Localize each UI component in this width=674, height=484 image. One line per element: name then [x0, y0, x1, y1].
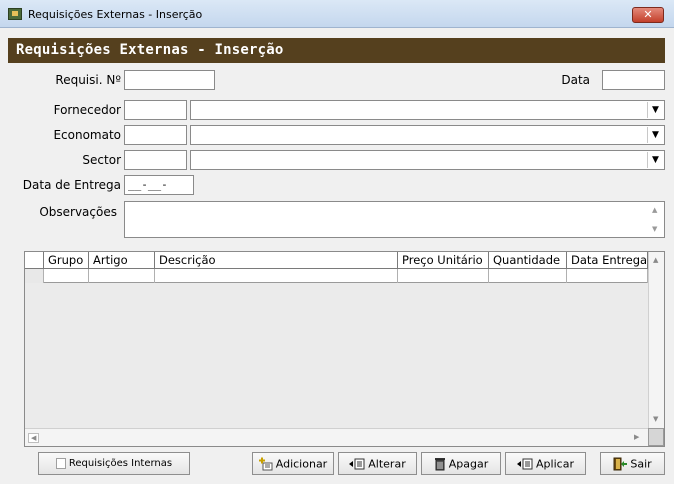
row-indicator — [25, 269, 44, 283]
page-title: Requisições Externas - Inserção — [16, 42, 284, 58]
scroll-up-icon[interactable]: ▲ — [652, 206, 657, 214]
edit-icon — [349, 458, 365, 470]
column-header-quantidade[interactable]: Quantidade — [489, 252, 567, 269]
scroll-left-icon[interactable]: ◀ — [28, 433, 40, 443]
grid-indicator-header — [25, 252, 44, 269]
apagar-button[interactable]: Apagar — [421, 452, 501, 475]
requisicao-number-field[interactable] — [124, 70, 215, 90]
economato-label: Economato — [53, 128, 121, 142]
cell-quantidade[interactable] — [489, 269, 567, 283]
grid-scroll-corner — [648, 428, 664, 446]
observacoes-label: Observações — [39, 205, 117, 219]
economato-select[interactable]: ▼ — [190, 125, 665, 145]
window-titlebar: Requisições Externas - Inserção ✕ — [0, 0, 674, 28]
cell-data-entrega[interactable] — [567, 269, 648, 283]
sector-label: Sector — [82, 153, 121, 167]
column-header-preco-unitario[interactable]: Preço Unitário — [398, 252, 489, 269]
header-banner: Requisições Externas - Inserção — [8, 38, 665, 63]
chevron-down-icon[interactable]: ▼ — [647, 102, 663, 118]
table-row[interactable] — [25, 269, 648, 283]
cell-descricao[interactable] — [155, 269, 398, 283]
scroll-down-icon[interactable]: ▼ — [652, 225, 657, 233]
grid-horizontal-scrollbar[interactable]: ◀ ▶ — [25, 428, 648, 446]
sector-select[interactable]: ▼ — [190, 150, 665, 170]
chevron-down-icon[interactable]: ▼ — [647, 152, 663, 168]
apply-icon — [517, 458, 533, 470]
scroll-down-icon[interactable]: ▼ — [653, 415, 658, 423]
alterar-button[interactable]: Alterar — [338, 452, 417, 475]
fornecedor-select[interactable]: ▼ — [190, 100, 665, 120]
data-entrega-field[interactable]: __-__-____ — [124, 175, 194, 209]
requisicoes-internas-button[interactable]: Requisições Internas — [38, 452, 190, 475]
scroll-up-icon[interactable]: ▲ — [653, 256, 658, 264]
chevron-down-icon[interactable]: ▼ — [647, 127, 663, 143]
observacoes-scrollbar[interactable]: ▲ ▼ — [648, 202, 664, 237]
column-header-grupo[interactable]: Grupo — [44, 252, 89, 269]
trash-icon — [434, 458, 445, 471]
economato-code-field[interactable] — [124, 125, 187, 145]
data-field[interactable] — [602, 70, 665, 90]
cell-preco-unitario[interactable] — [398, 269, 489, 283]
data-entrega-label: Data de Entrega — [22, 178, 121, 192]
window-title: Requisições Externas - Inserção — [28, 8, 203, 21]
document-icon — [55, 458, 66, 469]
requisicao-label: Requisi. Nº — [55, 73, 121, 87]
grid-vertical-scrollbar[interactable]: ▲ ▼ — [648, 252, 664, 428]
data-label: Data — [561, 73, 590, 87]
add-icon — [258, 457, 273, 471]
cell-artigo[interactable] — [89, 269, 155, 283]
cell-grupo[interactable] — [44, 269, 89, 283]
observacoes-textarea[interactable]: ▲ ▼ — [124, 201, 665, 238]
exit-door-icon — [613, 457, 628, 471]
sair-button[interactable]: Sair — [600, 452, 665, 475]
column-header-artigo[interactable]: Artigo — [89, 252, 155, 269]
close-button[interactable]: ✕ — [632, 7, 664, 23]
column-header-descricao[interactable]: Descrição — [155, 252, 398, 269]
grid-header: Grupo Artigo Descrição Preço Unitário Qu… — [25, 252, 648, 269]
adicionar-button[interactable]: Adicionar — [252, 452, 334, 475]
scroll-right-icon[interactable]: ▶ — [634, 433, 639, 441]
items-grid[interactable]: Grupo Artigo Descrição Preço Unitário Qu… — [24, 251, 665, 447]
app-icon — [8, 8, 22, 20]
aplicar-button[interactable]: Aplicar — [505, 452, 586, 475]
fornecedor-label: Fornecedor — [53, 103, 121, 117]
column-header-data-entrega[interactable]: Data Entrega — [567, 252, 648, 269]
sector-code-field[interactable] — [124, 150, 187, 170]
fornecedor-code-field[interactable] — [124, 100, 187, 120]
